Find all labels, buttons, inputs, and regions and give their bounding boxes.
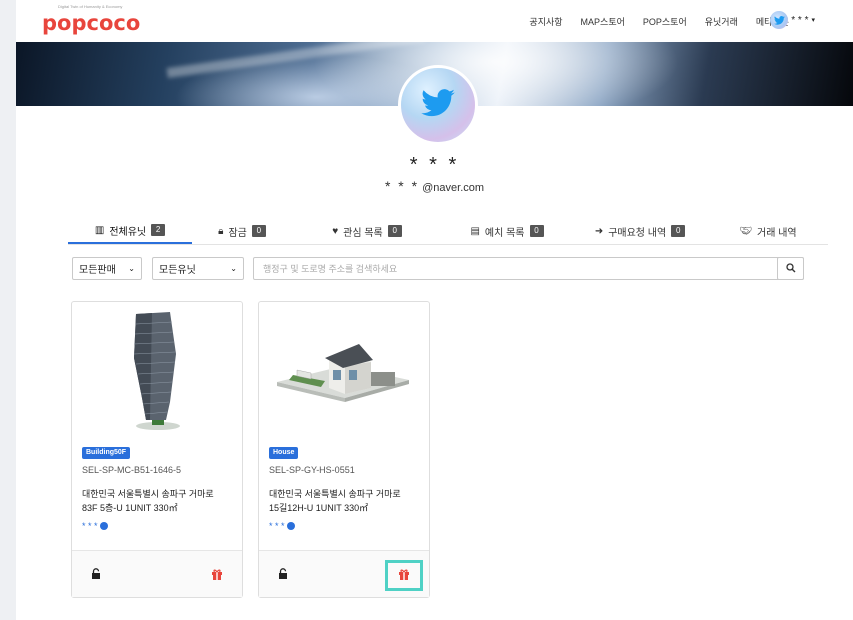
nav-unit-trade[interactable]: 유닛거래 (705, 15, 738, 28)
chevron-down-icon: ⌄ (128, 264, 135, 273)
unit-type-badge: Building50F (82, 447, 131, 459)
unit-tabs: ▥ 전체유닛 2 🔒︎ 잠금 0 ♥ 관심 목록 0 ▤ 예치 목록 0 ➜ 구… (68, 218, 828, 244)
lock-icon[interactable] (89, 567, 103, 581)
unit-owner: * * * (82, 521, 108, 531)
tab-label: 거래 내역 (757, 227, 797, 239)
unit-filter-select[interactable]: 모든유닛 ⌄ (152, 257, 244, 280)
logo-tagline: Digital Twin of Humanity & Economy (58, 4, 123, 9)
user-menu[interactable]: * * * ▾ (770, 11, 815, 29)
nav-notice[interactable]: 공지사항 (529, 15, 562, 28)
popcoco-logo[interactable]: popcoco (42, 11, 140, 35)
tabs-divider (68, 244, 828, 245)
select-value: 모든판매 (79, 265, 116, 276)
search-button[interactable] (777, 257, 804, 280)
gift-icon[interactable] (210, 567, 224, 581)
house-3d-image (259, 302, 429, 442)
page: Digital Twin of Humanity & Economy popco… (16, 0, 853, 620)
profile-avatar (398, 65, 478, 145)
tab-count: 2 (151, 224, 166, 236)
tab-purchase-request[interactable]: ➜ 구매요청 내역 0 (572, 218, 708, 244)
address-line-1: 대한민국 서울특별시 송파구 거마로 (82, 489, 214, 499)
unit-code: SEL-SP-MC-B51-1646-5 (82, 465, 182, 475)
tab-locked[interactable]: 🔒︎ 잠금 0 (192, 218, 292, 244)
address-line-2: 83F 5층-U 1UNIT 330㎡ (82, 503, 178, 513)
tab-deposit[interactable]: ▤ 예치 목록 0 (442, 218, 572, 244)
search-placeholder: 행정구 및 도로명 주소를 검색하세요 (263, 264, 398, 274)
card-actions (72, 550, 242, 597)
address-line-1: 대한민국 서울특별시 송파구 거마로 (269, 489, 401, 499)
heart-icon: ♥ (332, 225, 339, 237)
tab-count: 0 (251, 225, 266, 237)
tab-label: 구매요청 내역 (608, 227, 667, 239)
tab-all-units[interactable]: ▥ 전체유닛 2 (68, 218, 192, 244)
profile-name: * * * (409, 154, 460, 176)
tab-count: 0 (529, 225, 544, 237)
top-header: Digital Twin of Humanity & Economy popco… (16, 0, 853, 42)
verified-check-icon (99, 522, 108, 530)
banner-cloud (166, 42, 426, 79)
deposit-icon: ▤ (470, 225, 480, 237)
tab-watchlist[interactable]: ♥ 관심 목록 0 (292, 218, 442, 244)
top-nav: 공지사항 MAP스토어 POP스토어 유닛거래 메타팝콘 (529, 15, 789, 28)
sale-filter-select[interactable]: 모든판매 ⌄ (72, 257, 142, 280)
unit-type-badge: House (269, 447, 299, 459)
tab-count: 0 (671, 225, 686, 237)
owner-name: * * * (82, 521, 98, 531)
tab-label: 잠금 (228, 227, 247, 239)
address-search-input[interactable]: 행정구 및 도로명 주소를 검색하세요 (253, 257, 804, 280)
unit-code: SEL-SP-GY-HS-0551 (269, 465, 355, 475)
email-domain: @naver.com (422, 182, 485, 194)
user-name: * * * (791, 14, 809, 26)
select-value: 모든유닛 (159, 265, 196, 276)
twitter-bird-icon (770, 11, 789, 29)
lock-icon: 🔒︎ (218, 225, 224, 237)
verified-check-icon (286, 522, 295, 530)
lock-icon[interactable] (276, 567, 290, 581)
unit-card[interactable]: Building50F SEL-SP-MC-B51-1646-5 대한민국 서울… (71, 301, 243, 598)
email-masked: * * * (384, 178, 420, 194)
tab-count: 0 (387, 225, 402, 237)
purchase-request-icon: ➜ (594, 225, 604, 237)
caret-down-icon: ▾ (811, 17, 815, 24)
chevron-down-icon: ⌄ (230, 264, 237, 273)
unit-card[interactable]: House SEL-SP-GY-HS-0551 대한민국 서울특별시 송파구 거… (258, 301, 430, 598)
unit-address: 대한민국 서울특별시 송파구 거마로 83F 5층-U 1UNIT 330㎡ (82, 487, 237, 515)
unit-address: 대한민국 서울특별시 송파구 거마로 15길12H-U 1UNIT 330㎡ (269, 487, 424, 515)
address-line-2: 15길12H-U 1UNIT 330㎡ (269, 503, 369, 513)
nav-map-store[interactable]: MAP스토어 (581, 15, 625, 28)
tab-label: 전체유닛 (109, 226, 147, 238)
nav-pop-store[interactable]: POP스토어 (643, 15, 687, 28)
card-actions (259, 550, 429, 597)
tab-label: 예치 목록 (484, 227, 525, 239)
unit-owner: * * * (269, 521, 295, 531)
building-icon: ▥ (94, 224, 105, 236)
handshake-icon: 🤝︎ (739, 225, 753, 237)
search-icon (785, 260, 796, 278)
owner-name: * * * (269, 521, 285, 531)
twitter-bird-icon (421, 88, 455, 122)
building-3d-image (72, 302, 242, 442)
profile-email: * * * @naver.com (16, 178, 853, 194)
gift-icon[interactable] (397, 567, 411, 581)
tab-label: 관심 목록 (343, 227, 383, 239)
tab-trade-history[interactable]: 🤝︎ 거래 내역 (708, 218, 828, 244)
